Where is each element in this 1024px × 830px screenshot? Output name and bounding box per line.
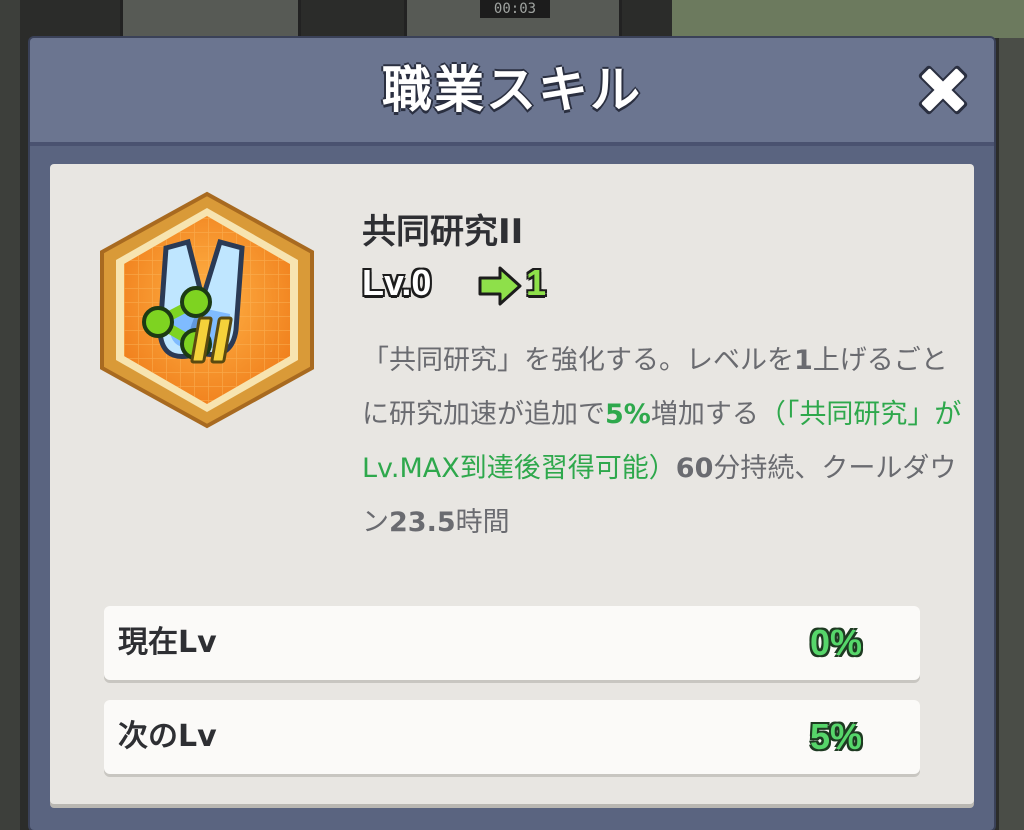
stat-row-next: 次のLv 5% bbox=[104, 700, 920, 774]
stat-label: 次のLv bbox=[118, 719, 217, 754]
background-left-edge bbox=[0, 0, 20, 830]
close-button[interactable] bbox=[910, 60, 976, 120]
close-icon bbox=[918, 65, 968, 115]
background-tile bbox=[120, 0, 301, 41]
arrow-right-icon bbox=[478, 266, 522, 306]
desc-number: 23.5 bbox=[389, 507, 456, 538]
level-from: Lv.0 bbox=[362, 262, 432, 303]
desc-number: 1 bbox=[794, 345, 813, 376]
background-grass bbox=[672, 0, 1024, 38]
desc-text: 時間 bbox=[455, 507, 510, 538]
stat-row-current: 現在Lv 0% bbox=[104, 606, 920, 680]
desc-text: 増加する bbox=[650, 399, 759, 430]
stat-label: 現在Lv bbox=[118, 625, 217, 660]
background-right-edge bbox=[999, 0, 1024, 830]
modal-header: 職業スキル bbox=[30, 38, 994, 146]
skill-detail-panel: 共同研究II Lv.0 1 「共同研究」を強化する。レベルを1上げるごとに研究加… bbox=[50, 164, 974, 804]
desc-number: 60 bbox=[675, 453, 714, 484]
desc-text: 「共同研究」を強化する。レベルを bbox=[362, 345, 794, 376]
level-change: Lv.0 1 bbox=[362, 262, 662, 314]
skill-modal: 職業スキル 共同研究II Lv.0 1 「共同研究」を強化する。レベルを1上げる… bbox=[30, 38, 994, 830]
background-timer: 00:03 bbox=[480, 0, 550, 18]
stat-value: 5% bbox=[809, 716, 862, 757]
modal-title: 職業スキル bbox=[382, 61, 642, 119]
desc-highlight: 5% bbox=[605, 399, 651, 430]
level-to: 1 bbox=[526, 262, 547, 303]
skill-description: 「共同研究」を強化する。レベルを1上げるごとに研究加速が追加で5%増加する（「共… bbox=[362, 334, 962, 550]
skill-name: 共同研究II bbox=[362, 212, 524, 252]
flask-share-icon bbox=[100, 191, 314, 429]
stat-value: 0% bbox=[809, 622, 862, 663]
